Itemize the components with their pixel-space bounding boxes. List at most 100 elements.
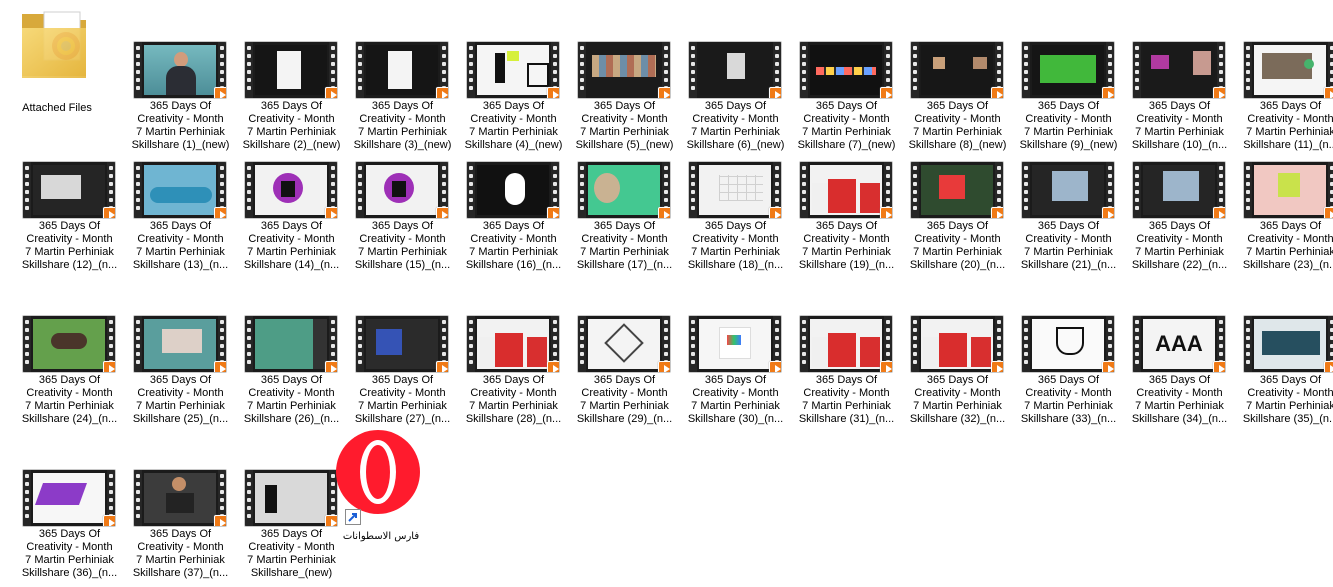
film-strip-left [911, 42, 919, 98]
video-label: 365 Days Of Creativity - Month 7 Martin … [686, 100, 785, 151]
film-strip-left [467, 42, 475, 98]
film-hole [775, 46, 779, 50]
film-strip-left [689, 162, 697, 218]
film-strip-left [245, 42, 253, 98]
film-hole [997, 320, 1001, 324]
film-hole [553, 198, 557, 202]
film-hole [802, 62, 806, 66]
film-hole [1135, 70, 1139, 74]
film-hole [1219, 166, 1223, 170]
film-strip-left [245, 470, 253, 526]
film-hole [247, 166, 251, 170]
film-hole [664, 54, 668, 58]
film-strip-left [134, 42, 142, 98]
film-hole [691, 198, 695, 202]
film-hole [109, 190, 113, 194]
film-hole [775, 70, 779, 74]
video-thumbnail [1022, 162, 1114, 218]
play-icon [214, 361, 226, 372]
video-frame [366, 165, 438, 215]
video-thumbnail [245, 316, 337, 372]
film-hole [580, 86, 584, 90]
play-icon [1324, 207, 1333, 218]
film-hole [553, 320, 557, 324]
film-hole [331, 198, 335, 202]
film-hole [358, 198, 362, 202]
film-hole [136, 190, 140, 194]
film-hole [247, 206, 251, 210]
video-thumbnail [23, 316, 115, 372]
film-hole [331, 46, 335, 50]
film-hole [1108, 190, 1112, 194]
play-icon [991, 87, 1003, 98]
film-hole [664, 336, 668, 340]
film-hole [136, 182, 140, 186]
video-frame [588, 165, 660, 215]
attached-files-folder[interactable]: Attached Files [12, 6, 112, 114]
film-hole [1246, 182, 1250, 186]
film-hole [1135, 320, 1139, 324]
film-hole [136, 86, 140, 90]
video-frame [921, 319, 993, 369]
film-hole [358, 360, 362, 364]
video-thumbnail [1244, 162, 1333, 218]
film-hole [1246, 328, 1250, 332]
play-icon [214, 515, 226, 526]
film-strip-left [1244, 316, 1252, 372]
film-hole [580, 320, 584, 324]
film-hole [664, 174, 668, 178]
video-label: 365 Days Of Creativity - Month 7 Martin … [1131, 374, 1228, 425]
film-hole [775, 198, 779, 202]
video-thumbnail [578, 42, 670, 98]
film-hole [997, 174, 1001, 178]
film-hole [691, 328, 695, 332]
video-label: 365 Days Of Creativity - Month 7 Martin … [21, 220, 118, 271]
film-hole [331, 190, 335, 194]
film-hole [802, 320, 806, 324]
film-hole [25, 352, 29, 356]
video-label: 365 Days Of Creativity - Month 7 Martin … [575, 100, 674, 151]
video-thumbnail [1133, 162, 1225, 218]
play-icon [436, 207, 448, 218]
film-hole [1135, 336, 1139, 340]
film-hole [1246, 78, 1250, 82]
film-hole [358, 86, 362, 90]
film-hole [664, 198, 668, 202]
film-hole [109, 506, 113, 510]
video-frame [921, 165, 993, 215]
film-hole [886, 46, 890, 50]
film-hole [220, 182, 224, 186]
film-hole [331, 344, 335, 348]
film-hole [247, 182, 251, 186]
film-hole [331, 166, 335, 170]
video-label: 365 Days Of Creativity - Month 7 Martin … [798, 220, 895, 271]
film-hole [469, 360, 473, 364]
video-frame [1143, 45, 1215, 95]
film-hole [775, 78, 779, 82]
film-hole [247, 498, 251, 502]
video-frame [1143, 165, 1215, 215]
film-hole [553, 46, 557, 50]
film-hole [358, 190, 362, 194]
film-hole [25, 174, 29, 178]
video-label: 365 Days Of Creativity - Month 7 Martin … [131, 100, 230, 151]
film-hole [580, 54, 584, 58]
film-strip-left [578, 162, 586, 218]
play-icon [991, 207, 1003, 218]
film-strip-left [1244, 42, 1252, 98]
film-hole [136, 320, 140, 324]
film-hole [136, 336, 140, 340]
video-label: 365 Days Of Creativity - Month 7 Martin … [908, 100, 1007, 151]
film-hole [1108, 328, 1112, 332]
video-frame [699, 165, 771, 215]
film-hole [469, 62, 473, 66]
film-hole [469, 86, 473, 90]
film-hole [664, 182, 668, 186]
video-frame [255, 319, 327, 369]
film-hole [802, 86, 806, 90]
film-hole [802, 78, 806, 82]
film-hole [109, 352, 113, 356]
film-hole [442, 166, 446, 170]
film-hole [775, 336, 779, 340]
film-hole [25, 506, 29, 510]
